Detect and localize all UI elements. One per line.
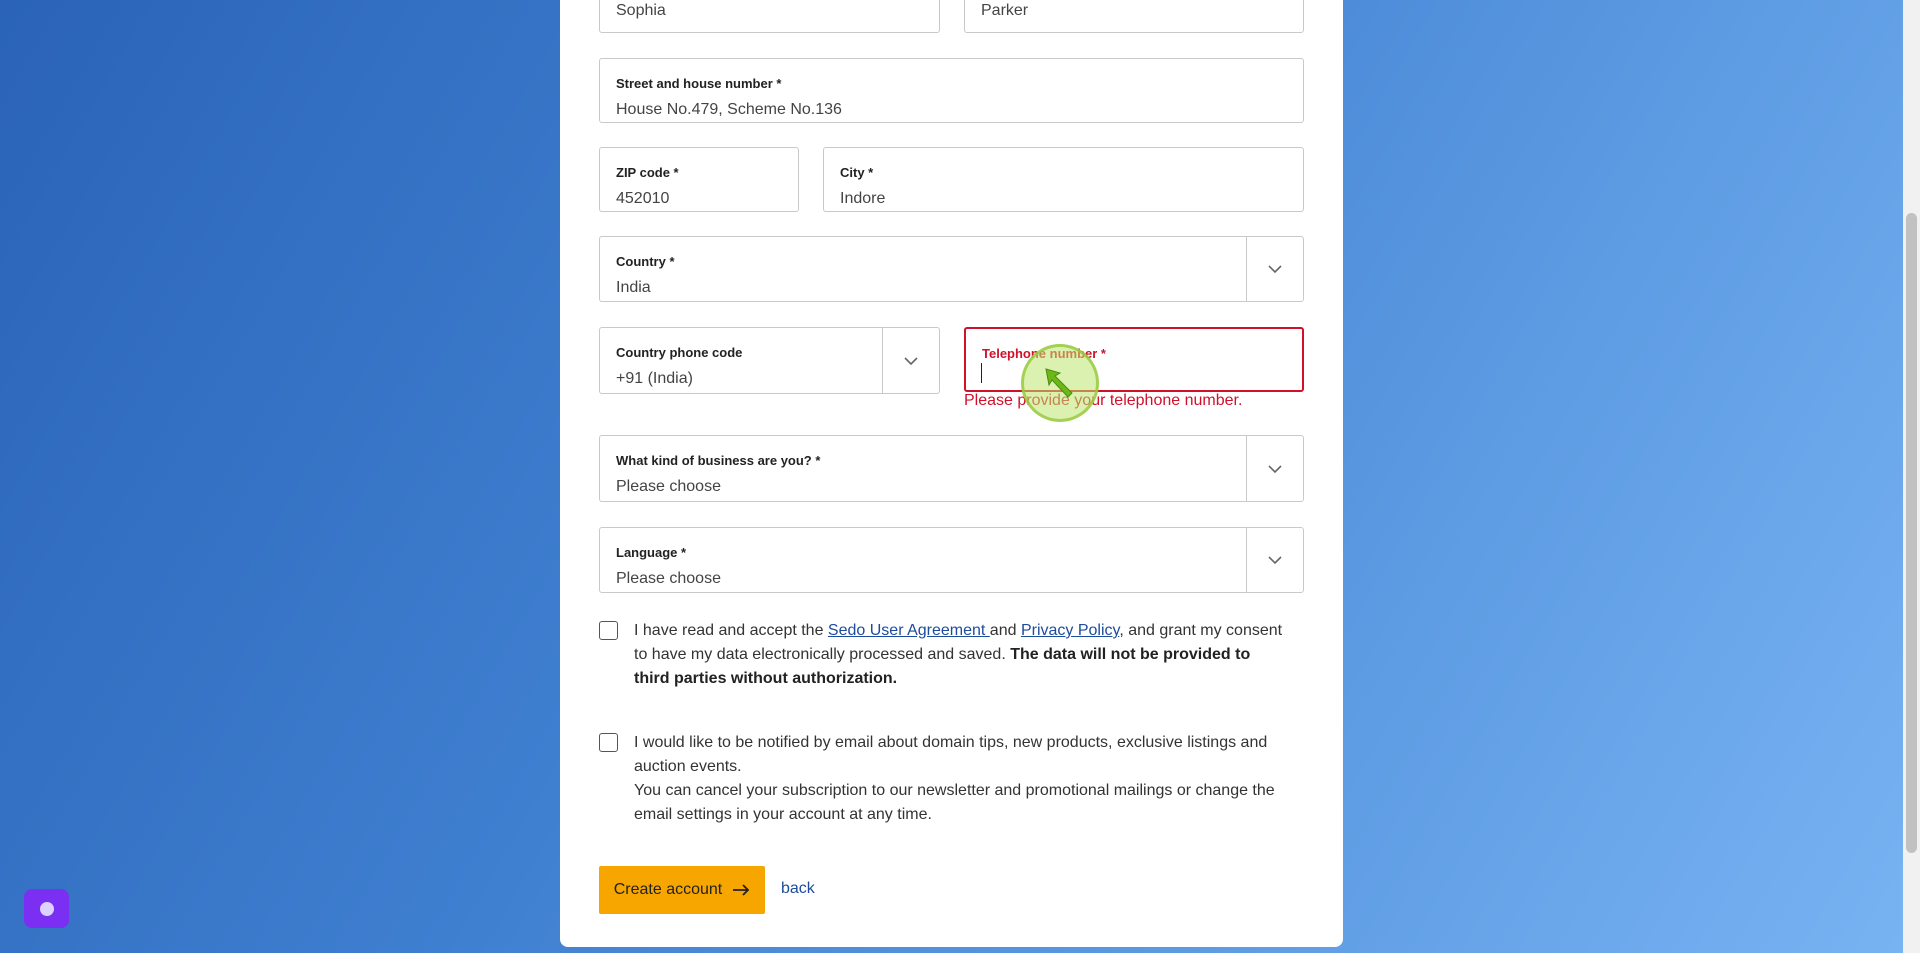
city-label: City * — [840, 165, 874, 180]
select-divider — [1246, 528, 1247, 592]
last-name-value: Parker — [981, 2, 1029, 19]
country-select[interactable]: Country * India — [599, 236, 1304, 302]
telephone-input[interactable]: Telephone number * — [964, 327, 1304, 392]
last-name-field[interactable]: Parker — [964, 0, 1304, 33]
consent-text-part: and — [989, 622, 1021, 639]
scrollbar-thumb[interactable] — [1906, 213, 1917, 853]
terms-checkbox[interactable] — [599, 621, 618, 640]
arrow-right-icon — [733, 884, 750, 896]
newsletter-text-line1: I would like to be notified by email abo… — [634, 734, 1268, 775]
chevron-down-icon[interactable] — [1267, 461, 1283, 477]
text-caret — [981, 363, 982, 383]
newsletter-text: I would like to be notified by email abo… — [634, 731, 1289, 827]
telephone-error-message: Please provide your telephone number. — [964, 392, 1243, 409]
cursor-arrow-icon — [1045, 368, 1073, 398]
click-indicator — [1021, 344, 1099, 422]
privacy-policy-link[interactable]: Privacy Policy — [1021, 622, 1119, 639]
business-type-select[interactable]: What kind of business are you? * Please … — [599, 435, 1304, 502]
language-select[interactable]: Language * Please choose — [599, 527, 1304, 593]
consent-text-part: I have read and accept the — [634, 622, 828, 639]
city-value: Indore — [840, 190, 886, 207]
phone-code-value: +91 (India) — [616, 370, 693, 387]
language-label: Language * — [616, 545, 687, 560]
create-account-label: Create account — [613, 881, 723, 898]
street-field[interactable]: Street and house number * House No.479, … — [599, 58, 1304, 123]
create-account-button[interactable]: Create account — [599, 866, 765, 914]
phone-code-select[interactable]: Country phone code +91 (India) — [599, 327, 940, 394]
business-type-value: Please choose — [616, 478, 721, 495]
select-divider — [1246, 436, 1247, 501]
chat-dot — [40, 902, 54, 916]
user-agreement-link[interactable]: Sedo User Agreement — [828, 622, 990, 639]
phone-code-label: Country phone code — [616, 345, 743, 360]
street-value: House No.479, Scheme No.136 — [616, 101, 842, 118]
business-type-label: What kind of business are you? * — [616, 453, 821, 468]
select-divider — [1246, 237, 1247, 301]
chevron-down-icon[interactable] — [1267, 552, 1283, 568]
first-name-field[interactable]: Sophia — [599, 0, 940, 33]
chevron-down-icon[interactable] — [1267, 261, 1283, 277]
first-name-value: Sophia — [616, 2, 666, 19]
newsletter-text-line2: You can cancel your subscription to our … — [634, 782, 1275, 823]
chevron-down-icon[interactable] — [903, 353, 919, 369]
zip-label: ZIP code * — [616, 165, 679, 180]
zip-value: 452010 — [616, 190, 670, 207]
language-value: Please choose — [616, 570, 721, 587]
country-label: Country * — [616, 254, 675, 269]
newsletter-checkbox[interactable] — [599, 733, 618, 752]
page-scrollbar[interactable] — [1903, 0, 1920, 953]
terms-consent-text: I have read and accept the Sedo User Agr… — [634, 619, 1289, 691]
back-link[interactable]: back — [781, 880, 815, 898]
city-field[interactable]: City * Indore — [823, 147, 1304, 212]
country-value: India — [616, 279, 651, 296]
chat-widget-icon[interactable] — [24, 889, 69, 928]
select-divider — [882, 328, 883, 393]
street-label: Street and house number * — [616, 76, 782, 91]
zip-field[interactable]: ZIP code * 452010 — [599, 147, 799, 212]
